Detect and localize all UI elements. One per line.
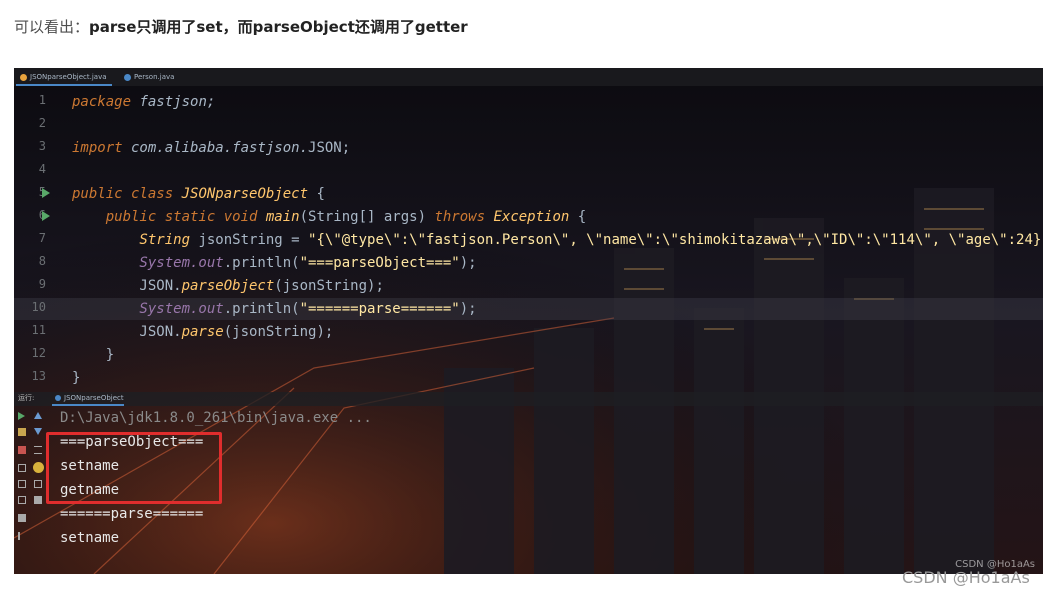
code-text: jsonString = xyxy=(190,232,309,248)
line-number: 13 xyxy=(31,369,46,383)
keyword: import xyxy=(72,140,123,156)
string-literal: "{\"@type\":\"fastjson.Person\", \"name\… xyxy=(308,232,1043,248)
code-text: .println( xyxy=(223,301,300,317)
keyword: package xyxy=(72,94,132,110)
console-line: ======parse====== xyxy=(60,506,204,522)
code-text: JSON. xyxy=(72,324,182,340)
code-text: ); xyxy=(459,255,477,271)
code-line-8: System.out.println("===parseObject==="); xyxy=(72,254,477,272)
java-class-icon xyxy=(124,74,131,81)
string-literal: "======parse======" xyxy=(299,301,460,317)
method-name: parseObject xyxy=(181,278,275,294)
run-label: 运行: xyxy=(18,394,35,402)
page-watermark: CSDN @Ho1aAs xyxy=(902,568,1030,587)
code-text: System.out xyxy=(72,255,224,271)
method-name: main xyxy=(257,209,300,225)
editor-tab-bar: JSONparseObject.java Person.java xyxy=(14,68,1043,86)
highlight-annotation-box xyxy=(46,432,222,504)
code-text: (String[] args) xyxy=(299,209,435,225)
run-config-label: JSONparseObject xyxy=(64,394,124,402)
line-number: 2 xyxy=(38,116,46,130)
stop-icon[interactable] xyxy=(18,446,26,454)
line-number: 1 xyxy=(38,93,46,107)
console-line: setname xyxy=(60,530,120,546)
tab-person[interactable]: Person.java xyxy=(120,70,190,86)
code-text: (jsonString); xyxy=(223,324,334,340)
code-line-10: System.out.println("======parse======"); xyxy=(72,300,477,318)
string-literal: "===parseObject===" xyxy=(299,255,460,271)
run-class-icon[interactable] xyxy=(42,188,50,198)
keyword: public static void xyxy=(72,209,258,225)
java-class-icon xyxy=(20,74,27,81)
line-number: 11 xyxy=(31,323,46,337)
restore-layout-icon[interactable] xyxy=(18,496,26,504)
code-text: JSON xyxy=(308,140,342,156)
code-text: System.out xyxy=(72,301,224,317)
run-main-icon[interactable] xyxy=(42,211,50,221)
code-line-1: package fastjson; xyxy=(72,93,215,111)
trash-icon[interactable] xyxy=(34,496,42,504)
caption-prefix: 可以看出： xyxy=(14,18,90,36)
code-line-11: JSON.parse(jsonString); xyxy=(72,323,333,341)
keyword: throws xyxy=(434,209,486,225)
code-line-5: public class JSONparseObject { xyxy=(72,185,325,203)
type-name: String xyxy=(72,232,191,248)
code-text: { xyxy=(569,209,587,225)
exit-icon[interactable] xyxy=(18,480,26,488)
line-number: 10 xyxy=(31,300,46,314)
code-text: (jsonString); xyxy=(274,278,384,294)
code-text: ; xyxy=(341,140,351,156)
line-number: 9 xyxy=(38,277,46,291)
run-config-tab[interactable]: JSONparseObject xyxy=(52,392,124,406)
class-name: JSONparseObject xyxy=(173,186,309,202)
code-line-3: import com.alibaba.fastjson.JSON; xyxy=(72,139,350,157)
line-number: 3 xyxy=(38,139,46,153)
wrench-icon[interactable] xyxy=(18,428,26,436)
method-name: parse xyxy=(181,324,224,340)
pin-icon[interactable] xyxy=(18,532,26,540)
caption-bold: parse只调用了set，而parseObject还调用了getter xyxy=(89,18,468,36)
code-line-9: JSON.parseObject(jsonString); xyxy=(72,277,384,295)
grid-icon[interactable] xyxy=(18,514,26,522)
code-line-6: public static void main(String[] args) t… xyxy=(72,208,586,226)
run-tool-window-header: 运行: JSONparseObject xyxy=(14,392,1043,406)
code-text: com.alibaba.fastjson. xyxy=(122,140,309,156)
keyword: public class xyxy=(72,186,174,202)
tab-label: Person.java xyxy=(134,73,175,81)
camera-icon[interactable] xyxy=(18,464,26,472)
code-text: fastjson; xyxy=(131,94,216,110)
scroll-to-end-icon[interactable] xyxy=(33,462,44,473)
code-text: { xyxy=(308,186,325,202)
print-icon[interactable] xyxy=(34,480,42,488)
class-name: Exception xyxy=(485,209,570,225)
code-line-12: } xyxy=(72,347,115,363)
down-arrow-icon[interactable] xyxy=(34,428,42,435)
console-line: D:\Java\jdk1.8.0_261\bin\java.exe ... xyxy=(60,410,372,426)
code-text: ); xyxy=(459,301,477,317)
line-number: 7 xyxy=(38,231,46,245)
rerun-icon[interactable] xyxy=(18,412,25,420)
tab-jsonparseobject[interactable]: JSONparseObject.java xyxy=(16,70,112,86)
code-line-13: } xyxy=(72,370,81,386)
line-number: 4 xyxy=(38,162,46,176)
code-text: .println( xyxy=(223,255,300,271)
line-number: 8 xyxy=(38,254,46,268)
ide-screenshot: JSONparseObject.java Person.java 1 2 3 4… xyxy=(14,68,1043,574)
up-arrow-icon[interactable] xyxy=(34,412,42,419)
code-text: JSON. xyxy=(72,278,182,294)
article-caption: 可以看出：parse只调用了set，而parseObject还调用了getter xyxy=(14,16,468,38)
line-number: 12 xyxy=(31,346,46,360)
code-line-7: String jsonString = "{\"@type\":\"fastjs… xyxy=(72,231,1043,249)
tab-label: JSONparseObject.java xyxy=(30,73,107,81)
run-config-icon xyxy=(55,395,61,401)
soft-wrap-icon[interactable] xyxy=(34,446,42,454)
